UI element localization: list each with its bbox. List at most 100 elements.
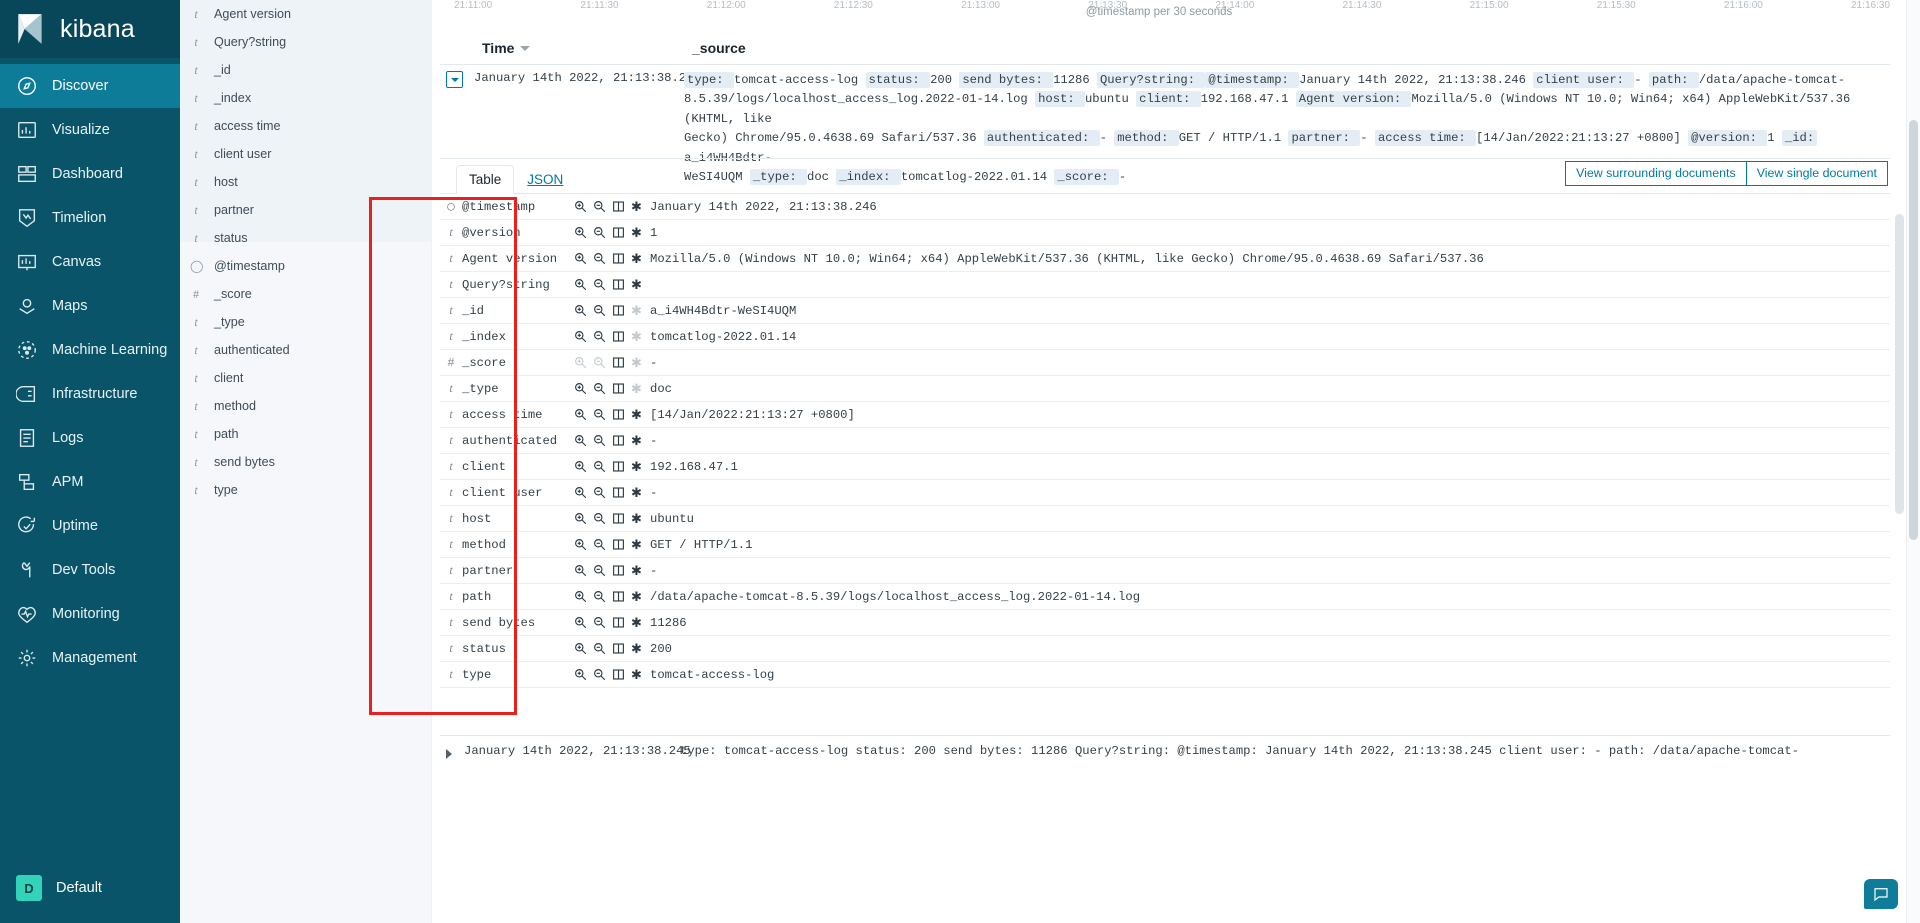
magnify-plus-icon[interactable]	[574, 486, 587, 499]
table-column-icon[interactable]	[612, 382, 625, 395]
sidebar-item-management[interactable]: Management	[0, 636, 180, 680]
field-item-query-string[interactable]: t Query?string	[180, 28, 431, 56]
sidebar-item-maps[interactable]: Maps	[0, 284, 180, 328]
magnify-minus-icon[interactable]	[593, 512, 606, 525]
field-item-partner[interactable]: t partner	[180, 196, 431, 224]
sidebar-item-logs[interactable]: Logs	[0, 416, 180, 460]
magnify-plus-icon[interactable]	[574, 382, 587, 395]
sidebar-item-uptime[interactable]: Uptime	[0, 504, 180, 548]
table-column-icon[interactable]	[612, 512, 625, 525]
magnify-minus-icon[interactable]	[593, 642, 606, 655]
expand-document-button[interactable]	[446, 749, 452, 759]
sort-desc-icon[interactable]	[520, 45, 531, 51]
page-scrollbar[interactable]	[1906, 0, 1920, 923]
asterisk-icon[interactable]: ✱	[631, 434, 642, 447]
field-item-id[interactable]: t _id	[180, 56, 431, 84]
asterisk-icon[interactable]: ✱	[631, 538, 642, 551]
table-column-icon[interactable]	[612, 564, 625, 577]
table-column-icon[interactable]	[612, 408, 625, 421]
magnify-plus-icon[interactable]	[574, 200, 587, 213]
asterisk-icon[interactable]: ✱	[631, 408, 642, 421]
magnify-plus-icon[interactable]	[574, 512, 587, 525]
magnify-plus-icon[interactable]	[574, 408, 587, 421]
time-column-header[interactable]: Time	[474, 34, 684, 65]
table-column-icon[interactable]	[612, 460, 625, 473]
magnify-minus-icon[interactable]	[593, 382, 606, 395]
asterisk-icon[interactable]: ✱	[631, 460, 642, 473]
magnify-plus-icon[interactable]	[574, 434, 587, 447]
inner-scrollbar[interactable]	[1895, 34, 1904, 734]
sidebar-item-monitoring[interactable]: Monitoring	[0, 592, 180, 636]
table-column-icon[interactable]	[612, 226, 625, 239]
view-surrounding-documents-button[interactable]: View surrounding documents	[1565, 161, 1747, 186]
table-column-icon[interactable]	[612, 278, 625, 291]
table-column-icon[interactable]	[612, 590, 625, 603]
field-item-method[interactable]: t method	[180, 392, 431, 420]
asterisk-icon[interactable]: ✱	[631, 486, 642, 499]
magnify-plus-icon[interactable]	[574, 642, 587, 655]
magnify-plus-icon[interactable]	[574, 226, 587, 239]
asterisk-icon[interactable]: ✱	[631, 278, 642, 291]
magnify-minus-icon[interactable]	[593, 564, 606, 577]
field-item-score[interactable]: # _score	[180, 280, 431, 308]
magnify-plus-icon[interactable]	[574, 278, 587, 291]
sidebar-item-canvas[interactable]: Canvas	[0, 240, 180, 284]
field-item-client[interactable]: t client	[180, 364, 431, 392]
magnify-plus-icon[interactable]	[574, 668, 587, 681]
asterisk-icon[interactable]: ✱	[631, 252, 642, 265]
magnify-plus-icon[interactable]	[574, 460, 587, 473]
asterisk-icon[interactable]: ✱	[631, 668, 642, 681]
field-item-agent-version[interactable]: t Agent version	[180, 0, 431, 28]
sidebar-item-discover[interactable]: Discover	[0, 64, 180, 108]
field-item-type-meta[interactable]: t _type	[180, 308, 431, 336]
magnify-minus-icon[interactable]	[593, 226, 606, 239]
magnify-minus-icon[interactable]	[593, 408, 606, 421]
field-item-host[interactable]: t host	[180, 168, 431, 196]
magnify-minus-icon[interactable]	[593, 590, 606, 603]
sidebar-item-machine-learning[interactable]: Machine Learning	[0, 328, 180, 372]
magnify-plus-icon[interactable]	[574, 616, 587, 629]
magnify-minus-icon[interactable]	[593, 434, 606, 447]
sidebar-item-infrastructure[interactable]: Infrastructure	[0, 372, 180, 416]
asterisk-icon[interactable]: ✱	[631, 590, 642, 603]
sidebar-item-visualize[interactable]: Visualize	[0, 108, 180, 152]
magnify-minus-icon[interactable]	[593, 538, 606, 551]
table-column-icon[interactable]	[612, 434, 625, 447]
sidebar-item-timelion[interactable]: Timelion	[0, 196, 180, 240]
field-item-type[interactable]: t type	[180, 476, 431, 504]
field-item-status[interactable]: t status	[180, 224, 431, 252]
magnify-plus-icon[interactable]	[574, 590, 587, 603]
magnify-minus-icon[interactable]	[593, 668, 606, 681]
field-item-authenticated[interactable]: t authenticated	[180, 336, 431, 364]
magnify-plus-icon[interactable]	[574, 252, 587, 265]
table-column-icon[interactable]	[612, 252, 625, 265]
magnify-minus-icon[interactable]	[593, 460, 606, 473]
sidebar-item-dashboard[interactable]: Dashboard	[0, 152, 180, 196]
table-column-icon[interactable]	[612, 356, 625, 369]
magnify-minus-icon[interactable]	[593, 616, 606, 629]
asterisk-icon[interactable]: ✱	[631, 512, 642, 525]
table-column-icon[interactable]	[612, 486, 625, 499]
tab-table[interactable]: Table	[456, 165, 515, 194]
tab-json[interactable]: JSON	[514, 165, 576, 194]
magnify-minus-icon[interactable]	[593, 330, 606, 343]
magnify-plus-icon[interactable]	[574, 538, 587, 551]
help-chat-button[interactable]	[1864, 879, 1898, 909]
inner-scrollbar-thumb[interactable]	[1895, 214, 1904, 514]
collapse-document-button[interactable]	[446, 71, 463, 88]
field-item-send-bytes[interactable]: t send bytes	[180, 448, 431, 476]
magnify-minus-icon[interactable]	[593, 252, 606, 265]
kibana-logo[interactable]: kibana	[0, 0, 180, 58]
field-item-timestamp[interactable]: ◯ @timestamp	[180, 252, 431, 280]
magnify-minus-icon[interactable]	[593, 200, 606, 213]
asterisk-icon[interactable]: ✱	[631, 564, 642, 577]
magnify-minus-icon[interactable]	[593, 304, 606, 317]
table-column-icon[interactable]	[612, 668, 625, 681]
sidebar-item-dev-tools[interactable]: Dev Tools	[0, 548, 180, 592]
space-switcher[interactable]: D Default	[0, 853, 180, 923]
magnify-plus-icon[interactable]	[574, 564, 587, 577]
asterisk-icon[interactable]: ✱	[631, 200, 642, 213]
table-column-icon[interactable]	[612, 642, 625, 655]
field-item-access-time[interactable]: t access time	[180, 112, 431, 140]
field-item-client-user[interactable]: t client user	[180, 140, 431, 168]
